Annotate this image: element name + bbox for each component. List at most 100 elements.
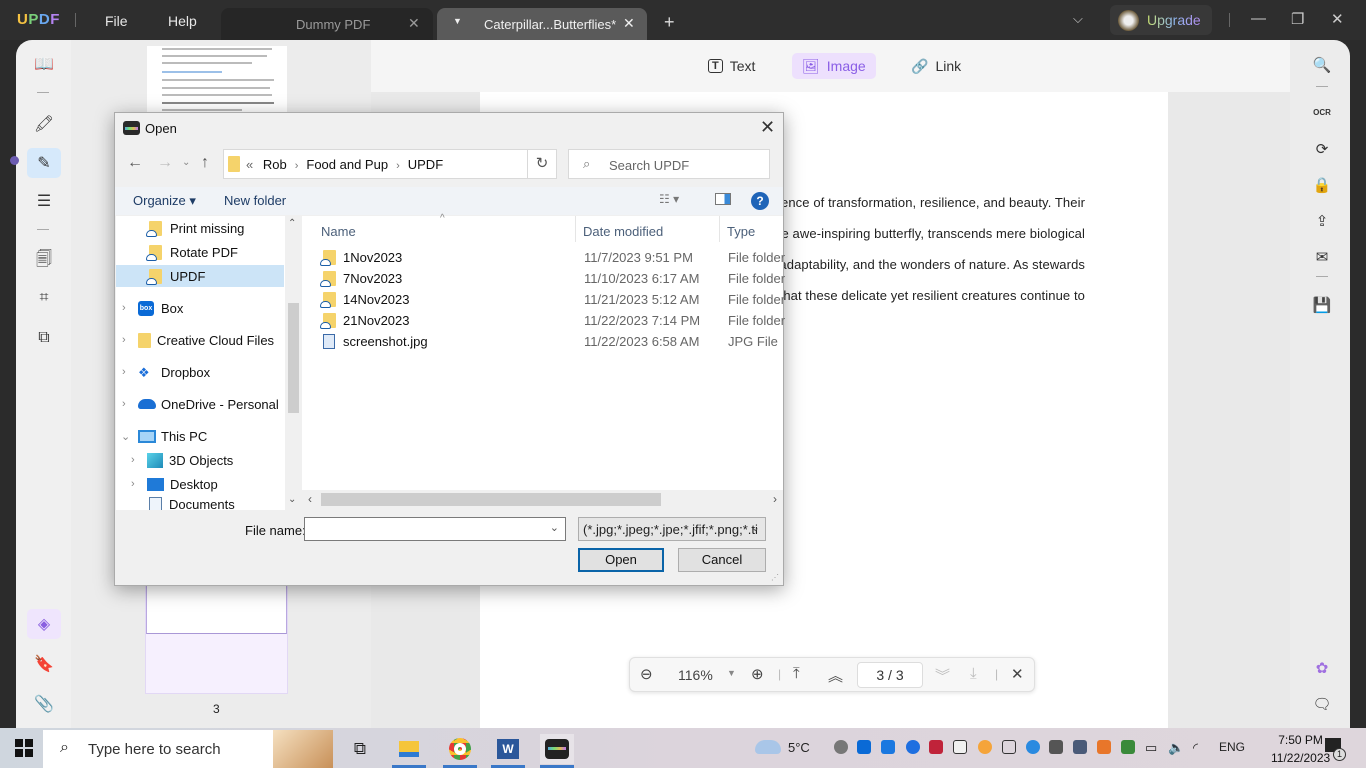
display-tray-icon[interactable] (1073, 740, 1087, 754)
weather-temperature[interactable]: 5°C (788, 740, 810, 755)
organize-button[interactable]: Organize ▾ (133, 193, 196, 209)
search-input[interactable]: ⌕ Search UPDF (568, 149, 770, 179)
up-button[interactable]: ↑ (201, 154, 209, 172)
scroll-down-icon[interactable]: ⌄ (288, 494, 296, 505)
file-type-select[interactable]: (*.jpg;*.jpeg;*.jpe;*.jfif;*.png;*.ti ⌄ (578, 517, 766, 541)
nav-item-desktop[interactable]: › Desktop (116, 473, 284, 495)
reader-icon[interactable]: 📖 (27, 49, 61, 79)
chevron-down-icon[interactable]: ⌵ (1073, 11, 1083, 27)
column-header-date[interactable]: Date modified (583, 224, 663, 239)
share-icon[interactable]: ⇪ (1308, 208, 1336, 234)
help-icon[interactable]: ? (751, 192, 769, 210)
zoom-out-icon[interactable]: ⊖ (640, 665, 653, 683)
nav-item-this-pc[interactable]: ⌄ This PC (116, 425, 284, 447)
new-folder-button[interactable]: New folder (224, 193, 286, 208)
expand-chevron-icon[interactable]: › (131, 454, 135, 466)
nav-item-3d-objects[interactable]: › 3D Objects (116, 449, 284, 471)
language-indicator[interactable]: ENG (1219, 740, 1245, 754)
file-row[interactable]: 14Nov2023 11/21/2023 5:12 AM File folder (302, 289, 785, 310)
close-tab-icon[interactable]: ✕ (408, 15, 420, 32)
weather-cloud-icon[interactable] (755, 740, 781, 754)
collapse-chevron-icon[interactable]: ⌄ (121, 430, 130, 443)
email-icon[interactable]: ✉ (1308, 244, 1336, 270)
scroll-left-icon[interactable]: ‹ (308, 492, 312, 506)
tab-dropdown-icon[interactable]: ▼ (453, 16, 462, 26)
taskbar-search-box[interactable]: ⌕ Type here to search (43, 730, 333, 768)
column-header-type[interactable]: Type (727, 224, 755, 239)
search-icon[interactable]: 🔍 (1308, 52, 1336, 78)
close-zoombar-icon[interactable]: ✕ (1011, 665, 1024, 683)
column-divider[interactable] (719, 216, 720, 242)
layers-icon[interactable]: ◈ (27, 609, 61, 639)
zoom-in-icon[interactable]: ⊕ (751, 665, 764, 683)
page-thumbnail-3[interactable] (145, 580, 288, 694)
bookmark-icon[interactable]: 🔖 (27, 649, 61, 679)
nav-item-updf[interactable]: UPDF (116, 265, 284, 287)
clock[interactable]: 7:50 PM 11/22/2023 (1271, 731, 1330, 767)
forward-button[interactable]: → (157, 154, 173, 172)
resize-grip-icon[interactable]: ⋰ (771, 573, 779, 582)
ai-assistant-icon[interactable]: ✿ (1308, 655, 1336, 681)
protect-icon[interactable]: 🔒 (1308, 172, 1336, 198)
bluetooth-tray-icon[interactable] (906, 740, 920, 754)
back-button[interactable]: ← (127, 154, 143, 172)
wifi-icon[interactable]: ◜ (1193, 740, 1198, 756)
maximize-button[interactable]: ❐ (1291, 10, 1304, 28)
nav-item-onedrive[interactable]: › OneDrive - Personal (116, 393, 284, 415)
expand-chevron-icon[interactable]: › (122, 302, 126, 314)
java-tray-icon[interactable] (1097, 740, 1111, 754)
address-bar[interactable]: « Rob›Food and Pup›UPDF ⌄ (223, 149, 553, 179)
security-warning-tray-icon[interactable] (953, 740, 967, 754)
app-tray-icon[interactable] (1026, 740, 1040, 754)
chrome-icon[interactable] (443, 734, 477, 768)
file-row[interactable]: 21Nov2023 11/22/2023 7:14 PM File folder (302, 310, 785, 331)
menu-help[interactable]: Help (168, 13, 197, 29)
image-tool-button[interactable]: 🖼 Image (792, 53, 876, 79)
scroll-up-icon[interactable]: ⌃ (288, 218, 296, 229)
nvidia-tray-icon[interactable] (1121, 740, 1135, 754)
first-page-icon[interactable]: ⤒ (793, 665, 800, 682)
attachment-icon[interactable]: 📎 (27, 689, 61, 719)
nav-item-dropbox[interactable]: › ❖ Dropbox (116, 361, 284, 383)
column-header-name[interactable]: Name (321, 224, 356, 239)
nav-item-documents[interactable]: Documents (116, 497, 284, 510)
previous-page-icon[interactable]: ︽ (828, 665, 843, 686)
menu-file[interactable]: File (105, 13, 128, 29)
refresh-button[interactable]: ↻ (527, 149, 557, 179)
change-view-icon[interactable]: ☷ ▾ (659, 192, 679, 206)
breadcrumb-overflow[interactable]: « (246, 157, 253, 172)
text-tool-button[interactable]: T Text (698, 53, 765, 79)
file-row[interactable]: 7Nov2023 11/10/2023 6:17 AM File folder (302, 268, 785, 289)
zoom-dropdown-icon[interactable]: ▼ (727, 668, 736, 678)
nav-item-creative-cloud[interactable]: › Creative Cloud Files (116, 329, 284, 351)
camera-tray-icon[interactable] (1002, 740, 1016, 754)
windows-start-button[interactable] (15, 739, 33, 757)
file-row[interactable]: screenshot.jpg 11/22/2023 6:58 AM JPG File (302, 331, 783, 352)
column-divider[interactable] (575, 216, 576, 242)
page-input[interactable]: 3 / 3 (857, 662, 923, 688)
breadcrumb-food-and-pup[interactable]: Food and Pup (306, 157, 388, 172)
breadcrumb-rob[interactable]: Rob (263, 157, 287, 172)
volume-icon[interactable]: 🔈 (1168, 740, 1184, 756)
minimize-button[interactable]: — (1251, 10, 1266, 27)
next-page-icon[interactable]: ︾ (935, 665, 950, 686)
open-button[interactable]: Open (578, 548, 664, 572)
word-icon[interactable]: W (491, 734, 525, 768)
ocr-icon[interactable]: OCR (1308, 99, 1336, 125)
file-row[interactable]: 1Nov2023 11/7/2023 9:51 PM File folder (302, 247, 785, 268)
tab-dummy-pdf[interactable]: Dummy PDF ✕ (221, 8, 433, 40)
upgrade-button[interactable]: Upgrade (1110, 5, 1212, 35)
link-tool-button[interactable]: 🔗 Link (901, 53, 971, 79)
nav-item-box[interactable]: › box Box (116, 297, 284, 319)
nav-scroll-thumb[interactable] (288, 303, 299, 413)
zoom-level[interactable]: 116% (678, 667, 713, 683)
convert-icon[interactable]: ⟳ (1308, 136, 1336, 162)
expand-chevron-icon[interactable]: › (122, 334, 126, 346)
expand-chevron-icon[interactable]: › (122, 398, 126, 410)
preview-pane-icon[interactable] (715, 193, 731, 205)
task-view-icon[interactable]: ⧉ (343, 734, 377, 764)
close-tab-icon[interactable]: ✕ (623, 15, 635, 32)
tab-caterpillar-butterflies[interactable]: ▼ Caterpillar...Butterflies* ✕ (437, 8, 647, 40)
recent-locations-icon[interactable]: ⌄ (182, 157, 190, 168)
file-explorer-icon[interactable] (392, 734, 426, 768)
